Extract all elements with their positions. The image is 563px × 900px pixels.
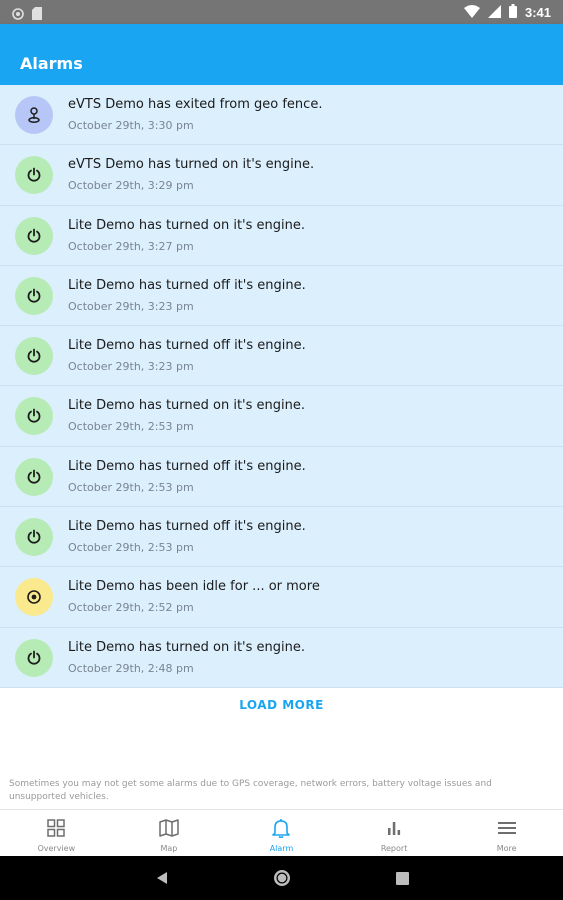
alarm-avatar (15, 156, 53, 195)
wifi-icon (463, 3, 480, 22)
app-bar: Alarms (0, 24, 563, 85)
power-icon (27, 348, 41, 363)
nav-item-map[interactable]: Map (113, 810, 226, 856)
alarm-avatar (15, 216, 53, 255)
alarm-item-7[interactable]: Lite Demo has turned off it's engine. Oc… (0, 446, 563, 508)
alarm-title: Lite Demo has turned on it's engine. (68, 398, 306, 414)
alarm-item-2[interactable]: eVTS Demo has turned on it's engine. Oct… (0, 145, 563, 206)
alarm-avatar (15, 337, 53, 376)
nav-label-map: Map (160, 844, 178, 853)
status-bar: 3:41 (0, 0, 563, 24)
system-navigation-bar (0, 856, 563, 900)
power-icon (27, 409, 41, 424)
bar-chart-icon (385, 818, 403, 838)
alarm-time: October 29th, 2:52 pm (68, 601, 194, 615)
status-notifications (12, 5, 42, 24)
nav-label-more: More (496, 844, 517, 853)
alarm-item-6[interactable]: Lite Demo has turned on it's engine. Oct… (0, 386, 563, 447)
power-icon (27, 228, 41, 243)
status-time: 3:41 (524, 4, 551, 20)
alarm-title: eVTS Demo has exited from geo fence. (68, 97, 323, 112)
alarm-time: October 29th, 2:53 pm (68, 480, 194, 494)
alarm-avatar (15, 518, 53, 557)
alarm-avatar (15, 457, 53, 496)
power-icon (27, 167, 41, 182)
alarm-list: eVTS Demo has exited from geo fence. Oct… (0, 85, 563, 688)
page-title: Alarms (20, 54, 83, 73)
recents-icon[interactable] (393, 869, 411, 887)
map-icon (159, 818, 179, 838)
alarm-avatar (15, 276, 53, 315)
sim-card-icon (32, 5, 42, 24)
alarm-time: October 29th, 2:53 pm (68, 420, 194, 434)
disclaimer-text: Sometimes you may not get some alarms du… (9, 779, 492, 802)
home-icon[interactable] (273, 869, 291, 887)
alarm-item-3[interactable]: Lite Demo has turned on it's engine. Oct… (0, 205, 563, 266)
load-more-button[interactable]: LOAD MORE (0, 698, 563, 712)
alarm-title: Lite Demo has turned off it's engine. (68, 277, 306, 293)
alarm-title: Lite Demo has turned off it's engine. (68, 519, 306, 535)
alarm-item-1[interactable]: eVTS Demo has exited from geo fence. Oct… (0, 85, 563, 146)
power-icon (27, 529, 41, 544)
menu-icon (497, 818, 517, 838)
nav-label-overview: Overview (37, 844, 76, 853)
power-icon (27, 288, 41, 303)
nav-label-alarm: Alarm (269, 844, 294, 853)
alarm-title: eVTS Demo has turned on it's engine. (68, 157, 315, 173)
nav-label-report: Report (380, 844, 408, 853)
alarm-item-9[interactable]: Lite Demo has been idle for ... or more … (0, 567, 563, 628)
geofence-icon (28, 107, 40, 123)
power-icon (27, 650, 41, 665)
nav-item-overview[interactable]: Overview (0, 810, 113, 856)
alarm-item-10[interactable]: Lite Demo has turned on it's engine. Oct… (0, 627, 563, 688)
back-icon[interactable] (153, 869, 171, 887)
nav-item-more[interactable]: More (450, 810, 563, 856)
nav-item-alarm[interactable]: Alarm (225, 810, 338, 856)
alarm-avatar (15, 397, 53, 436)
bell-icon (272, 818, 291, 838)
status-indicators: 3:41 (463, 3, 551, 22)
alarm-avatar (15, 578, 53, 617)
alarm-title: Lite Demo has turned off it's engine. (68, 458, 306, 474)
signal-icon (487, 3, 501, 22)
alarm-time: October 29th, 3:23 pm (68, 299, 194, 313)
alarm-item-4[interactable]: Lite Demo has turned off it's engine. Oc… (0, 265, 563, 327)
alarm-avatar (15, 638, 53, 677)
alarm-time: October 29th, 2:53 pm (68, 541, 194, 555)
overview-icon (47, 818, 66, 838)
alarm-title: Lite Demo has turned on it's engine. (68, 217, 306, 233)
bottom-navigation: Overview Map Alarm Report More (0, 809, 563, 856)
alarm-item-8[interactable]: Lite Demo has turned off it's engine. Oc… (0, 507, 563, 568)
alarm-title: Lite Demo has turned off it's engine. (68, 338, 306, 354)
alarm-item-5[interactable]: Lite Demo has turned off it's engine. Oc… (0, 326, 563, 387)
alarm-time: October 29th, 3:30 pm (68, 119, 194, 132)
alarm-time: October 29th, 2:48 pm (68, 661, 194, 675)
alarm-title: Lite Demo has been idle for ... or more (68, 579, 320, 595)
alarm-time: October 29th, 3:27 pm (68, 239, 194, 253)
alarm-avatar (15, 96, 53, 134)
idle-icon (27, 590, 41, 605)
notification-dot-icon (12, 5, 24, 24)
alarm-title: Lite Demo has turned on it's engine. (68, 639, 306, 655)
alarm-time: October 29th, 3:29 pm (68, 179, 194, 193)
battery-icon (508, 3, 517, 22)
alarm-time: October 29th, 3:23 pm (68, 360, 194, 374)
power-icon (27, 469, 41, 484)
nav-item-report[interactable]: Report (338, 810, 451, 856)
